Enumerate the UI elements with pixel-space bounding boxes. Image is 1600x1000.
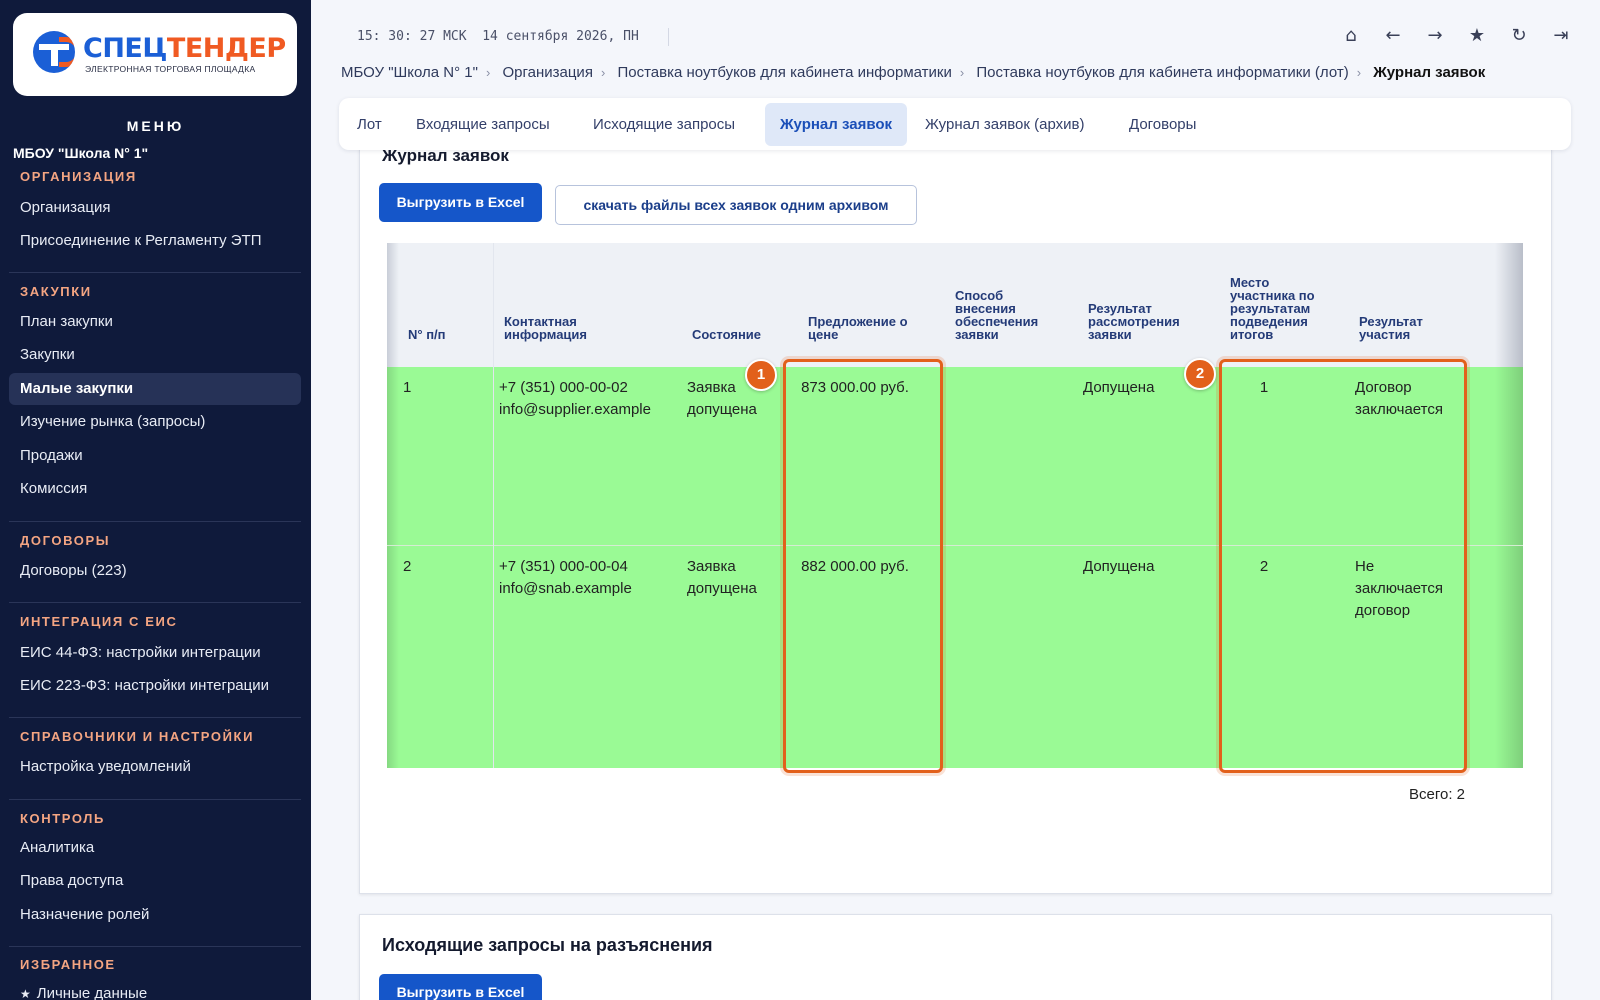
org-name: МБОУ "Школа N° 1" bbox=[13, 145, 149, 161]
total-count: Всего: 2 bbox=[1409, 786, 1466, 803]
column-header[interactable]: Предложение о цене bbox=[808, 315, 928, 341]
sidebar-divider bbox=[9, 521, 301, 522]
export-excel-button[interactable]: Выгрузить в Excel bbox=[379, 183, 542, 222]
sidebar-item-small-purchases[interactable]: Малые закупки bbox=[9, 373, 301, 405]
section-eis-integration: ИНТЕГРАЦИЯ С ЕИС bbox=[20, 614, 178, 629]
breadcrumb-item[interactable]: МБОУ "Школа N° 1" bbox=[341, 64, 478, 81]
column-header[interactable]: Контактная информация bbox=[504, 315, 624, 341]
tab-incoming-requests[interactable]: Входящие запросы bbox=[401, 103, 565, 146]
sidebar-item-personal-data[interactable]: ★ Личные данные bbox=[9, 978, 301, 1000]
clock: 15: 30: 27 МСК 14 сентября 2026, ПН bbox=[357, 29, 639, 44]
tab-applications-archive[interactable]: Журнал заявок (архив) bbox=[910, 103, 1099, 146]
sidebar-item-organization[interactable]: Организация bbox=[9, 192, 301, 224]
section-settings: СПРАВОЧНИКИ И НАСТРОЙКИ bbox=[20, 729, 255, 744]
cell-email: info@snab.example bbox=[499, 580, 632, 597]
breadcrumb-item[interactable]: Организация bbox=[502, 64, 592, 81]
tab-contracts[interactable]: Договоры bbox=[1114, 103, 1211, 146]
sidebar-item-analytics[interactable]: Аналитика bbox=[9, 832, 301, 864]
outgoing-requests-card: Исходящие запросы на разъяснения Выгрузи… bbox=[359, 914, 1552, 1000]
sidebar-item-purchase-plan[interactable]: План закупки bbox=[9, 306, 301, 338]
column-header[interactable]: Место участника по результатам подведени… bbox=[1230, 276, 1328, 341]
breadcrumb: МБОУ "Школа N° 1" › Организация › Поставка… bbox=[341, 64, 1486, 81]
callout-badge: 2 bbox=[1184, 358, 1216, 390]
breadcrumb-current: Журнал заявок bbox=[1373, 64, 1486, 81]
sidebar-item-label: Личные данные bbox=[36, 985, 148, 1000]
sidebar-divider bbox=[9, 799, 301, 800]
column-header[interactable]: Результат участия bbox=[1359, 315, 1439, 341]
sidebar-divider bbox=[9, 946, 301, 947]
cell-num: 2 bbox=[403, 558, 412, 575]
cell-review: Допущена bbox=[1083, 379, 1155, 396]
cell-state: Заявка допущена bbox=[687, 558, 757, 597]
home-icon[interactable]: ⌂ bbox=[1342, 25, 1360, 47]
sidebar-item-market-study[interactable]: Изучение рынка (запросы) bbox=[9, 406, 301, 438]
column-header[interactable]: Результат рассмотрения заявки bbox=[1088, 302, 1200, 341]
sidebar-item-contracts-223[interactable]: Договоры (223) bbox=[9, 555, 301, 587]
column-header[interactable]: N° п/п bbox=[408, 328, 446, 341]
logo-subtitle: ЭЛЕКТРОННАЯ ТОРГОВАЯ ПЛОЩАДКА bbox=[85, 64, 256, 74]
tab-lot[interactable]: Лот bbox=[342, 103, 397, 146]
sidebar-divider bbox=[9, 272, 301, 273]
arrow-right-icon[interactable]: → bbox=[1426, 25, 1444, 47]
outgoing-export-excel-button[interactable]: Выгрузить в Excel bbox=[379, 974, 542, 1000]
star-icon[interactable]: ★ bbox=[1468, 25, 1486, 47]
tab-bar: Лот Входящие запросы Исходящие запросы Ж… bbox=[339, 98, 1571, 150]
section-purchases: ЗАКУПКИ bbox=[20, 284, 92, 299]
cell-num: 1 bbox=[403, 379, 412, 396]
sidebar-item-roles[interactable]: Назначение ролей bbox=[9, 899, 301, 931]
applications-table: N° п/п Контактная информация Состояние П… bbox=[387, 243, 1523, 773]
section-favorites: ИЗБРАННОЕ bbox=[20, 957, 116, 972]
sidebar-divider bbox=[9, 717, 301, 718]
section-organization: ОРГАНИЗАЦИЯ bbox=[20, 169, 137, 184]
sidebar-item-purchases[interactable]: Закупки bbox=[9, 339, 301, 371]
highlight-result-columns bbox=[1219, 359, 1467, 773]
star-icon: ★ bbox=[20, 987, 31, 1000]
table-header: N° п/п Контактная информация Состояние П… bbox=[387, 243, 1523, 367]
sidebar-divider bbox=[9, 602, 301, 603]
sidebar-item-regulation[interactable]: Присоединение к Регламенту ЭТП bbox=[9, 225, 301, 257]
column-header[interactable]: Способ внесения обеспечения заявки bbox=[955, 289, 1059, 341]
column-header[interactable]: Состояние bbox=[692, 328, 761, 341]
journal-card: Журнал заявок Выгрузить в Excel скачать … bbox=[359, 146, 1552, 894]
logout-icon[interactable]: ⇥ bbox=[1552, 25, 1570, 47]
topbar-divider bbox=[668, 28, 669, 46]
arrow-left-icon[interactable]: ← bbox=[1384, 25, 1402, 47]
topbar-actions: ⌂ ← → ★ ↻ ⇥ bbox=[1342, 25, 1570, 47]
sidebar-item-commission[interactable]: Комиссия bbox=[9, 473, 301, 505]
tab-outgoing-requests[interactable]: Исходящие запросы bbox=[578, 103, 750, 146]
cell-phone: +7 (351) 000-00-02 bbox=[499, 379, 628, 396]
cell-phone: +7 (351) 000-00-04 bbox=[499, 558, 628, 575]
logo-mark-icon bbox=[33, 31, 75, 73]
logo-text: СПЕЦТЕНДЕР bbox=[83, 33, 286, 64]
sidebar-item-eis-223[interactable]: ЕИС 223-ФЗ: настройки интеграции bbox=[9, 670, 301, 702]
section-contracts: ДОГОВОРЫ bbox=[20, 533, 111, 548]
highlight-price-column bbox=[783, 359, 943, 773]
sidebar-item-eis-44[interactable]: ЕИС 44-ФЗ: настройки интеграции bbox=[9, 637, 301, 669]
cell-review: Допущена bbox=[1083, 558, 1155, 575]
breadcrumb-item[interactable]: Поставка ноутбуков для кабинета информат… bbox=[976, 64, 1348, 81]
section-control: КОНТРОЛЬ bbox=[20, 811, 105, 826]
download-all-archive-button[interactable]: скачать файлы всех заявок одним архивом bbox=[555, 185, 917, 225]
sidebar-item-notifications[interactable]: Настройка уведомлений bbox=[9, 751, 301, 783]
logo[interactable]: СПЕЦТЕНДЕР ЭЛЕКТРОННАЯ ТОРГОВАЯ ПЛОЩАДКА bbox=[13, 13, 297, 96]
refresh-icon[interactable]: ↻ bbox=[1510, 25, 1528, 47]
sidebar-item-access-rights[interactable]: Права доступа bbox=[9, 865, 301, 897]
sidebar: СПЕЦТЕНДЕР ЭЛЕКТРОННАЯ ТОРГОВАЯ ПЛОЩАДКА… bbox=[0, 0, 311, 1000]
breadcrumb-item[interactable]: Поставка ноутбуков для кабинета информат… bbox=[617, 64, 951, 81]
cell-email: info@supplier.example bbox=[499, 401, 651, 418]
outgoing-requests-title: Исходящие запросы на разъяснения bbox=[382, 935, 713, 955]
callout-badge: 1 bbox=[745, 359, 777, 391]
menu-title: МЕНЮ bbox=[126, 118, 185, 134]
column-divider bbox=[493, 243, 494, 768]
sidebar-item-sales[interactable]: Продажи bbox=[9, 440, 301, 472]
tab-applications-journal[interactable]: Журнал заявок bbox=[765, 103, 908, 146]
